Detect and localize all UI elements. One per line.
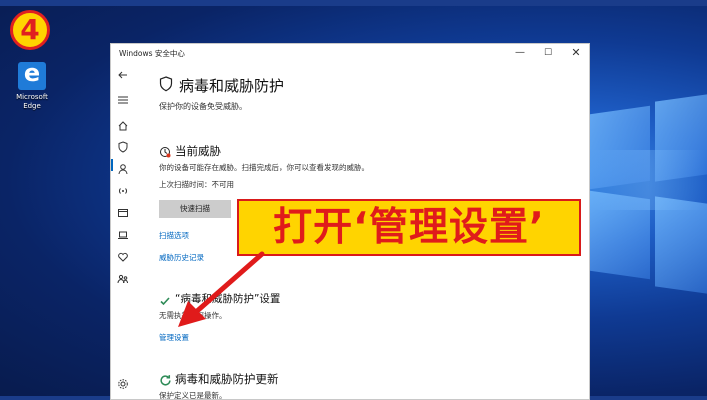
manage-settings-link[interactable]: 管理设置 — [159, 332, 189, 343]
current-threats-heading: 当前威胁 — [175, 144, 221, 158]
threat-history-link[interactable]: 威胁历史记录 — [159, 252, 204, 263]
protection-updates-description: 保护定义已是最新。 — [159, 391, 227, 400]
threat-scan-icon — [159, 143, 171, 162]
wallpaper-pane — [655, 196, 707, 294]
step-number-badge: 4 — [10, 10, 50, 50]
protection-updates-heading: 病毒和威胁防护更新 — [175, 372, 279, 386]
app-browser-icon[interactable] — [117, 207, 129, 219]
heart-health-icon[interactable] — [117, 251, 129, 263]
shield-outline-icon — [159, 76, 173, 96]
callout-banner: 打开‘管理设置’ — [237, 199, 581, 256]
desktop-shortcut-edge[interactable]: Microsoft Edge — [8, 59, 56, 111]
window-titlebar[interactable]: Windows 安全中心 — ☐ ✕ — [111, 44, 589, 62]
nav-active-indicator — [111, 159, 113, 171]
network-wireless-icon[interactable] — [117, 185, 129, 197]
page-title: 病毒和威胁防护 — [179, 77, 285, 95]
hamburger-menu-icon[interactable] — [117, 94, 129, 106]
navigation-rail — [111, 62, 135, 399]
desktop-shortcut-label-line1: Microsoft — [16, 93, 48, 101]
settings-check-icon — [159, 292, 171, 311]
window-title: Windows 安全中心 — [119, 49, 185, 58]
protection-settings-description: 无需执行任何操作。 — [159, 311, 227, 320]
account-person-icon[interactable] — [117, 163, 129, 175]
edge-icon — [18, 59, 46, 90]
protection-settings-heading: “病毒和威胁防护”设置 — [175, 293, 281, 305]
home-icon[interactable] — [117, 120, 129, 132]
current-threats-description: 你的设备可能存在威胁。扫描完成后，你可以查看发现的威胁。 — [159, 163, 369, 172]
quick-scan-button[interactable]: 快速扫描 — [159, 200, 231, 218]
scan-options-link[interactable]: 扫描选项 — [159, 230, 189, 241]
update-refresh-icon — [159, 372, 172, 391]
laptop-device-icon[interactable] — [117, 229, 129, 241]
family-options-icon[interactable] — [117, 273, 129, 285]
shield-icon[interactable] — [117, 141, 129, 153]
desktop-shortcut-label: Microsoft Edge — [8, 93, 56, 111]
frame-top — [0, 0, 707, 6]
settings-gear-icon[interactable] — [117, 378, 129, 390]
back-arrow-icon[interactable] — [117, 69, 129, 81]
maximize-button[interactable]: ☐ — [535, 46, 561, 60]
last-scan-time: 上次扫描时间：不可用 — [159, 180, 234, 189]
callout-text: 打开‘管理设置’ — [273, 205, 545, 250]
desktop-shortcut-label-line2: Edge — [23, 102, 41, 110]
wallpaper-light-beam — [590, 150, 707, 210]
page-subtitle: 保护你的设备免受威胁。 — [159, 102, 247, 111]
minimize-button[interactable]: — — [507, 46, 533, 60]
close-button[interactable]: ✕ — [563, 46, 589, 60]
